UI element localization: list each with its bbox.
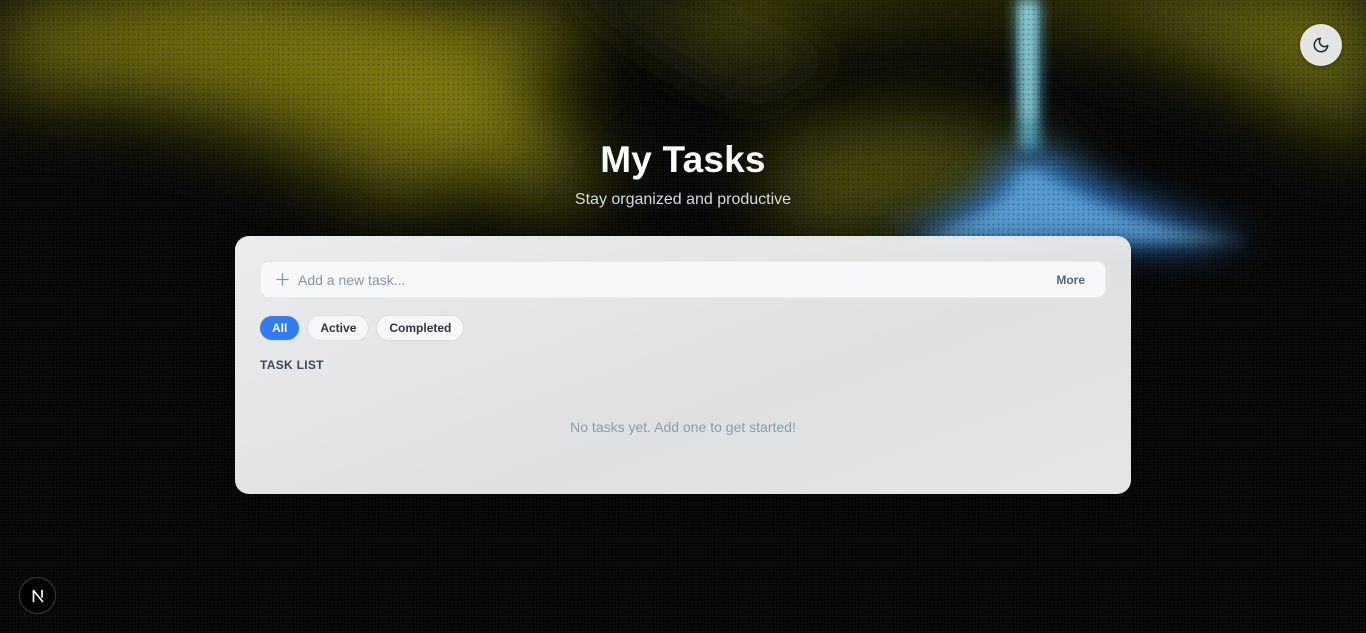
add-task-bar: More [260,261,1106,298]
moon-icon [1313,37,1329,53]
page-header: My Tasks Stay organized and productive [0,138,1366,210]
page-subtitle: Stay organized and productive [574,191,792,208]
filter-all[interactable]: All [260,316,300,340]
more-button[interactable]: More [1056,273,1085,287]
plus-icon[interactable] [275,273,289,287]
add-task-input[interactable] [298,271,1057,288]
empty-state-message: No tasks yet. Add one to get started! [570,419,796,435]
filter-active[interactable]: Active [308,316,369,340]
nextjs-logo-icon [32,589,43,602]
theme-toggle-button[interactable] [1300,24,1342,66]
filter-tabs: All Active Completed [260,316,464,340]
filter-completed[interactable]: Completed [377,316,464,340]
page-title: My Tasks [600,139,766,180]
task-list-heading: TASK LIST [260,358,324,372]
task-card: More All Active Completed TASK LIST No t… [235,236,1131,494]
nextjs-dev-badge[interactable] [19,577,56,614]
app-root: My Tasks Stay organized and productive M… [0,0,1366,633]
